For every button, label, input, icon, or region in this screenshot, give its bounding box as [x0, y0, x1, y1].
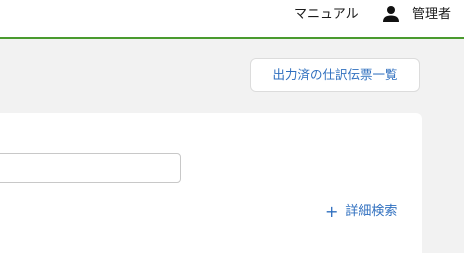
plus-icon: +	[325, 202, 339, 221]
manual-link[interactable]: マニュアル	[294, 6, 359, 23]
advanced-search-link[interactable]: + 詳細検索	[325, 203, 397, 221]
user-name-label: 管理者	[412, 6, 452, 22]
search-card: + 詳細検索	[0, 113, 422, 253]
person-icon	[383, 6, 399, 22]
top-header-bar: マニュアル 管理者	[0, 0, 464, 39]
output-journal-list-button[interactable]: 出力済の仕訳伝票一覧	[250, 58, 420, 92]
user-menu[interactable]: 管理者	[382, 4, 451, 24]
search-input[interactable]	[0, 153, 181, 183]
advanced-search-label: 詳細検索	[345, 204, 398, 219]
